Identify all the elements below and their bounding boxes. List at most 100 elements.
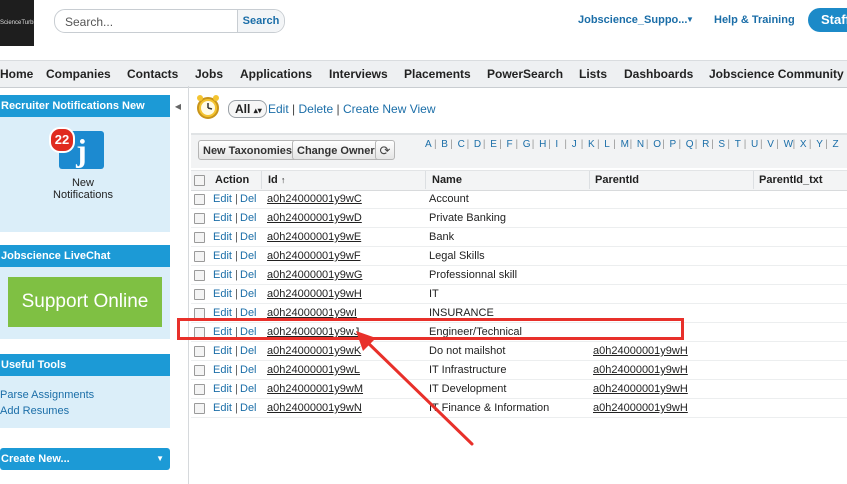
row-edit-link[interactable]: Edit bbox=[213, 212, 232, 224]
row-parentid-link[interactable]: a0h24000001y9wH bbox=[593, 383, 688, 395]
alpha-filter-k[interactable]: K bbox=[588, 139, 595, 150]
refresh-icon[interactable]: ⟳ bbox=[375, 140, 395, 160]
alpha-filter-z[interactable]: Z bbox=[833, 139, 839, 150]
alpha-filter-e[interactable]: E bbox=[490, 139, 497, 150]
column-id[interactable]: Id ↑ bbox=[268, 174, 285, 186]
tab-lists[interactable]: Lists bbox=[579, 67, 607, 81]
row-id-link[interactable]: a0h24000001y9wE bbox=[267, 231, 361, 243]
row-checkbox[interactable] bbox=[194, 232, 205, 243]
new-taxonomies-button[interactable]: New Taxonomies bbox=[198, 140, 298, 160]
alpha-filter-s[interactable]: S bbox=[718, 139, 725, 150]
tab-companies[interactable]: Companies bbox=[46, 67, 111, 81]
row-edit-link[interactable]: Edit bbox=[213, 193, 232, 205]
alpha-filter-t[interactable]: T bbox=[735, 139, 741, 150]
row-edit-link[interactable]: Edit bbox=[213, 383, 232, 395]
notifications-label[interactable]: Notifications bbox=[0, 189, 166, 201]
alpha-filter-x[interactable]: X bbox=[800, 139, 807, 150]
tab-placements[interactable]: Placements bbox=[404, 67, 471, 81]
alpha-filter-y[interactable]: Y bbox=[816, 139, 823, 150]
row-checkbox[interactable] bbox=[194, 213, 205, 224]
row-id-link[interactable]: a0h24000001y9wF bbox=[267, 250, 361, 262]
row-checkbox[interactable] bbox=[194, 270, 205, 281]
delete-view-link[interactable]: Delete bbox=[299, 102, 334, 116]
alpha-filter-a[interactable]: A bbox=[425, 139, 432, 150]
row-delete-link[interactable]: Del bbox=[240, 212, 257, 224]
row-delete-link[interactable]: Del bbox=[240, 345, 257, 357]
column-parentid[interactable]: ParentId bbox=[595, 174, 639, 186]
alpha-filter-d[interactable]: D bbox=[474, 139, 481, 150]
add-resumes-link[interactable]: Add Resumes bbox=[0, 405, 69, 417]
row-edit-link[interactable]: Edit bbox=[213, 269, 232, 281]
row-parentid-link[interactable]: a0h24000001y9wH bbox=[593, 402, 688, 414]
user-menu-chevron-down-icon[interactable]: ▼ bbox=[686, 15, 694, 24]
row-edit-link[interactable]: Edit bbox=[213, 402, 232, 414]
row-delete-link[interactable]: Del bbox=[240, 383, 257, 395]
create-new-dropdown[interactable]: Create New... ▼ bbox=[0, 448, 170, 470]
collapse-sidebar-icon[interactable]: ◀ bbox=[173, 97, 183, 117]
row-id-link[interactable]: a0h24000001y9wC bbox=[267, 193, 362, 205]
column-parentid-txt[interactable]: ParentId_txt bbox=[759, 174, 823, 186]
select-all-checkbox[interactable] bbox=[194, 175, 205, 186]
row-delete-link[interactable]: Del bbox=[240, 402, 257, 414]
edit-view-link[interactable]: Edit bbox=[268, 102, 289, 116]
alpha-filter-j[interactable]: J bbox=[572, 139, 577, 150]
row-checkbox[interactable] bbox=[194, 384, 205, 395]
company-logo[interactable]: ScienceTurbines bbox=[0, 0, 34, 46]
alpha-filter-u[interactable]: U bbox=[751, 139, 758, 150]
column-name[interactable]: Name bbox=[432, 174, 462, 186]
row-delete-link[interactable]: Del bbox=[240, 250, 257, 262]
row-parentid-link[interactable]: a0h24000001y9wH bbox=[593, 364, 688, 376]
alpha-filter-g[interactable]: G bbox=[523, 139, 531, 150]
row-checkbox[interactable] bbox=[194, 403, 205, 414]
row-delete-link[interactable]: Del bbox=[240, 288, 257, 300]
help-training-link[interactable]: Help & Training bbox=[714, 14, 795, 26]
alpha-filter-l[interactable]: L bbox=[604, 139, 610, 150]
notifications-label-new[interactable]: New bbox=[0, 177, 166, 189]
row-delete-link[interactable]: Del bbox=[240, 364, 257, 376]
row-checkbox[interactable] bbox=[194, 365, 205, 376]
support-online-button[interactable]: Support Online bbox=[8, 277, 162, 327]
alpha-filter-m[interactable]: M bbox=[621, 139, 629, 150]
search-input[interactable] bbox=[63, 13, 235, 31]
change-owner-button[interactable]: Change Owner bbox=[292, 140, 380, 160]
tab-jobscience-community[interactable]: Jobscience Community bbox=[709, 67, 844, 81]
row-edit-link[interactable]: Edit bbox=[213, 231, 232, 243]
tab-applications[interactable]: Applications bbox=[240, 67, 312, 81]
app-switcher-button[interactable]: Staff bbox=[808, 8, 847, 32]
row-edit-link[interactable]: Edit bbox=[213, 250, 232, 262]
parse-assignments-link[interactable]: Parse Assignments bbox=[0, 389, 94, 401]
row-edit-link[interactable]: Edit bbox=[213, 345, 232, 357]
tab-jobs[interactable]: Jobs bbox=[195, 67, 223, 81]
tab-powersearch[interactable]: PowerSearch bbox=[487, 67, 563, 81]
row-id-link[interactable]: a0h24000001y9wD bbox=[267, 212, 362, 224]
alpha-filter-r[interactable]: R bbox=[702, 139, 709, 150]
alpha-filter-v[interactable]: V bbox=[767, 139, 774, 150]
tab-dashboards[interactable]: Dashboards bbox=[624, 67, 693, 81]
row-checkbox[interactable] bbox=[194, 194, 205, 205]
alpha-filter-o[interactable]: O bbox=[653, 139, 661, 150]
row-delete-link[interactable]: Del bbox=[240, 193, 257, 205]
user-menu[interactable]: Jobscience_Suppo... bbox=[578, 14, 687, 26]
alpha-filter-p[interactable]: P bbox=[670, 139, 677, 150]
alpha-filter-b[interactable]: B bbox=[441, 139, 448, 150]
row-checkbox[interactable] bbox=[194, 251, 205, 262]
alpha-filter-n[interactable]: N bbox=[637, 139, 644, 150]
view-selector[interactable]: All ▴▾ bbox=[228, 100, 267, 118]
search-button[interactable]: Search bbox=[237, 10, 284, 32]
row-id-link[interactable]: a0h24000001y9wG bbox=[267, 269, 362, 281]
row-checkbox[interactable] bbox=[194, 346, 205, 357]
tab-interviews[interactable]: Interviews bbox=[329, 67, 388, 81]
alpha-filter-h[interactable]: H bbox=[539, 139, 546, 150]
alpha-filter-f[interactable]: F bbox=[507, 139, 513, 150]
row-id-link[interactable]: a0h24000001y9wH bbox=[267, 288, 362, 300]
row-delete-link[interactable]: Del bbox=[240, 269, 257, 281]
tab-home[interactable]: Home bbox=[0, 67, 33, 81]
row-delete-link[interactable]: Del bbox=[240, 231, 257, 243]
row-edit-link[interactable]: Edit bbox=[213, 364, 232, 376]
row-edit-link[interactable]: Edit bbox=[213, 288, 232, 300]
alpha-filter-q[interactable]: Q bbox=[686, 139, 694, 150]
create-new-view-link[interactable]: Create New View bbox=[343, 102, 435, 116]
tab-contacts[interactable]: Contacts bbox=[127, 67, 178, 81]
alpha-filter-c[interactable]: C bbox=[458, 139, 465, 150]
alpha-filter-i[interactable]: I bbox=[555, 139, 558, 150]
